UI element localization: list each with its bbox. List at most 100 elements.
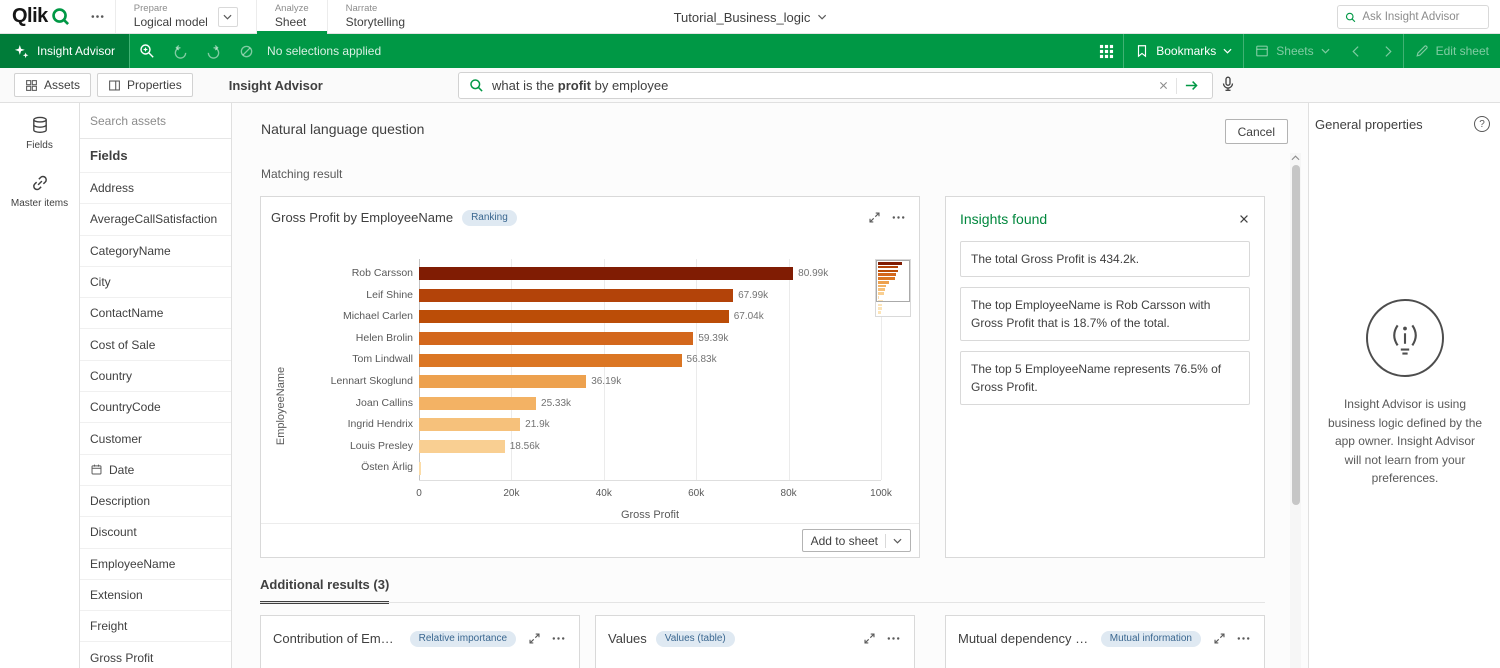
field-item[interactable]: CategoryName — [80, 235, 231, 266]
field-item[interactable]: Customer — [80, 422, 231, 453]
bar-track: 80.99k — [419, 263, 881, 285]
chart-menu-button[interactable] — [883, 628, 904, 649]
chart-menu-button[interactable] — [888, 207, 909, 228]
field-item[interactable]: Discount — [80, 516, 231, 547]
step-back-icon[interactable] — [164, 34, 197, 68]
insight-advisor-button[interactable]: Insight Advisor — [0, 34, 129, 68]
chart-menu-button[interactable] — [548, 628, 569, 649]
field-label: ContactName — [90, 306, 163, 320]
field-item[interactable]: Freight — [80, 610, 231, 641]
close-icon — [1238, 213, 1250, 225]
smart-search-icon[interactable] — [130, 34, 164, 68]
search-assets-box[interactable] — [80, 103, 231, 139]
step-forward-icon[interactable] — [197, 34, 230, 68]
field-item[interactable]: City — [80, 266, 231, 297]
properties-tab-button[interactable]: Properties — [97, 73, 193, 97]
logical-model-dropdown[interactable] — [218, 7, 238, 27]
chevron-down-icon — [1321, 48, 1330, 54]
insight-advisor-description: Insight Advisor is using business logic … — [1325, 395, 1485, 488]
link-icon — [31, 174, 49, 192]
matching-result-label: Matching result — [261, 167, 342, 181]
scroll-up-arrow-icon[interactable] — [1290, 155, 1301, 161]
assets-tab-button[interactable]: Assets — [14, 73, 91, 97]
add-to-sheet-button[interactable]: Add to sheet — [802, 529, 911, 552]
field-item[interactable]: AverageCallSatisfaction — [80, 203, 231, 234]
field-label: Country — [90, 369, 132, 383]
global-menu-button[interactable] — [80, 0, 115, 33]
insight-advisor-header: Assets Properties Insight Advisor what i… — [0, 68, 1500, 103]
expand-chart-button[interactable] — [865, 208, 884, 227]
bar-row: Joan Callins25.33k — [261, 393, 881, 415]
tab-additional-results[interactable]: Additional results (3) — [260, 577, 389, 604]
help-icon[interactable]: ? — [1474, 116, 1490, 132]
field-item[interactable]: Description — [80, 485, 231, 516]
app-title-dropdown[interactable]: Tutorial_Business_logic — [674, 0, 827, 34]
bar[interactable] — [419, 440, 505, 453]
tab-label: Logical model — [134, 15, 208, 29]
bar[interactable] — [419, 332, 693, 345]
fields-section-title: Fields — [80, 139, 231, 172]
field-item[interactable]: Address — [80, 172, 231, 203]
scrollbar-thumb[interactable] — [1292, 165, 1300, 505]
field-item[interactable]: Country — [80, 360, 231, 391]
voice-query-button[interactable] — [1220, 76, 1236, 92]
sheets-button[interactable]: Sheets — [1244, 34, 1340, 68]
expand-chart-button[interactable] — [1210, 629, 1229, 648]
bar[interactable] — [419, 397, 536, 410]
x-axis-title: Gross Profit — [419, 509, 881, 521]
expand-chart-button[interactable] — [525, 629, 544, 648]
search-icon — [1345, 11, 1356, 24]
rail-item-fields[interactable]: Fields — [0, 103, 79, 161]
field-label: Discount — [90, 525, 137, 539]
field-item[interactable]: Extension — [80, 579, 231, 610]
natural-language-query-input[interactable]: what is the profit by employee — [458, 72, 1213, 99]
bar[interactable] — [419, 267, 793, 280]
tab-analyze-sheet[interactable]: Analyze Sheet — [256, 0, 327, 33]
bookmarks-button[interactable]: Bookmarks — [1124, 34, 1243, 68]
tab-narrate-storytelling[interactable]: Narrate Storytelling — [327, 0, 423, 33]
mini-bar — [878, 288, 885, 291]
field-item[interactable]: EmployeeName — [80, 548, 231, 579]
field-item[interactable]: Date — [80, 454, 231, 485]
field-item[interactable]: Cost of Sale — [80, 328, 231, 359]
bar[interactable] — [419, 375, 586, 388]
mini-bar — [878, 292, 884, 295]
expand-chart-button[interactable] — [860, 629, 879, 648]
field-label: Freight — [90, 619, 127, 633]
vertical-scrollbar[interactable] — [1290, 153, 1301, 668]
category-label: Louis Presley — [261, 436, 419, 458]
chart-overview-navigator[interactable] — [875, 259, 911, 317]
field-item[interactable]: Gross Profit — [80, 641, 231, 668]
tab-prepare-logical-model[interactable]: Prepare Logical model — [115, 0, 256, 33]
bar-track: 18.56k — [419, 436, 881, 458]
search-assets-input[interactable] — [90, 114, 221, 128]
next-sheet-icon[interactable] — [1372, 34, 1403, 68]
clear-query-button[interactable] — [1151, 73, 1176, 98]
sheets-label: Sheets — [1276, 44, 1313, 58]
bar[interactable] — [419, 354, 682, 367]
app-overview-grid-icon[interactable] — [1090, 34, 1123, 68]
bar-track: 56.83k — [419, 349, 881, 371]
analysis-type-badge: Ranking — [462, 210, 517, 226]
bar[interactable] — [419, 310, 729, 323]
previous-sheet-icon[interactable] — [1341, 34, 1372, 68]
cancel-button[interactable]: Cancel — [1225, 119, 1288, 144]
bar[interactable] — [419, 462, 421, 475]
ask-insight-advisor-search[interactable] — [1337, 5, 1489, 29]
submit-query-button[interactable] — [1177, 73, 1206, 98]
edit-sheet-button[interactable]: Edit sheet — [1404, 34, 1500, 68]
bar[interactable] — [419, 418, 520, 431]
bar-track — [419, 457, 881, 479]
close-insights-button[interactable] — [1236, 211, 1252, 227]
properties-label: Properties — [127, 78, 182, 92]
bar[interactable] — [419, 289, 733, 302]
insight-advisor-logo — [1366, 299, 1444, 377]
chart-menu-button[interactable] — [1233, 628, 1254, 649]
field-item[interactable]: CountryCode — [80, 391, 231, 422]
expand-icon — [1213, 632, 1226, 645]
bar-row: Rob Carsson80.99k — [261, 263, 881, 285]
ask-insight-advisor-input[interactable] — [1362, 11, 1481, 23]
field-item[interactable]: ContactName — [80, 297, 231, 328]
clear-selections-icon[interactable] — [230, 34, 263, 68]
rail-item-master-items[interactable]: Master items — [0, 161, 79, 219]
